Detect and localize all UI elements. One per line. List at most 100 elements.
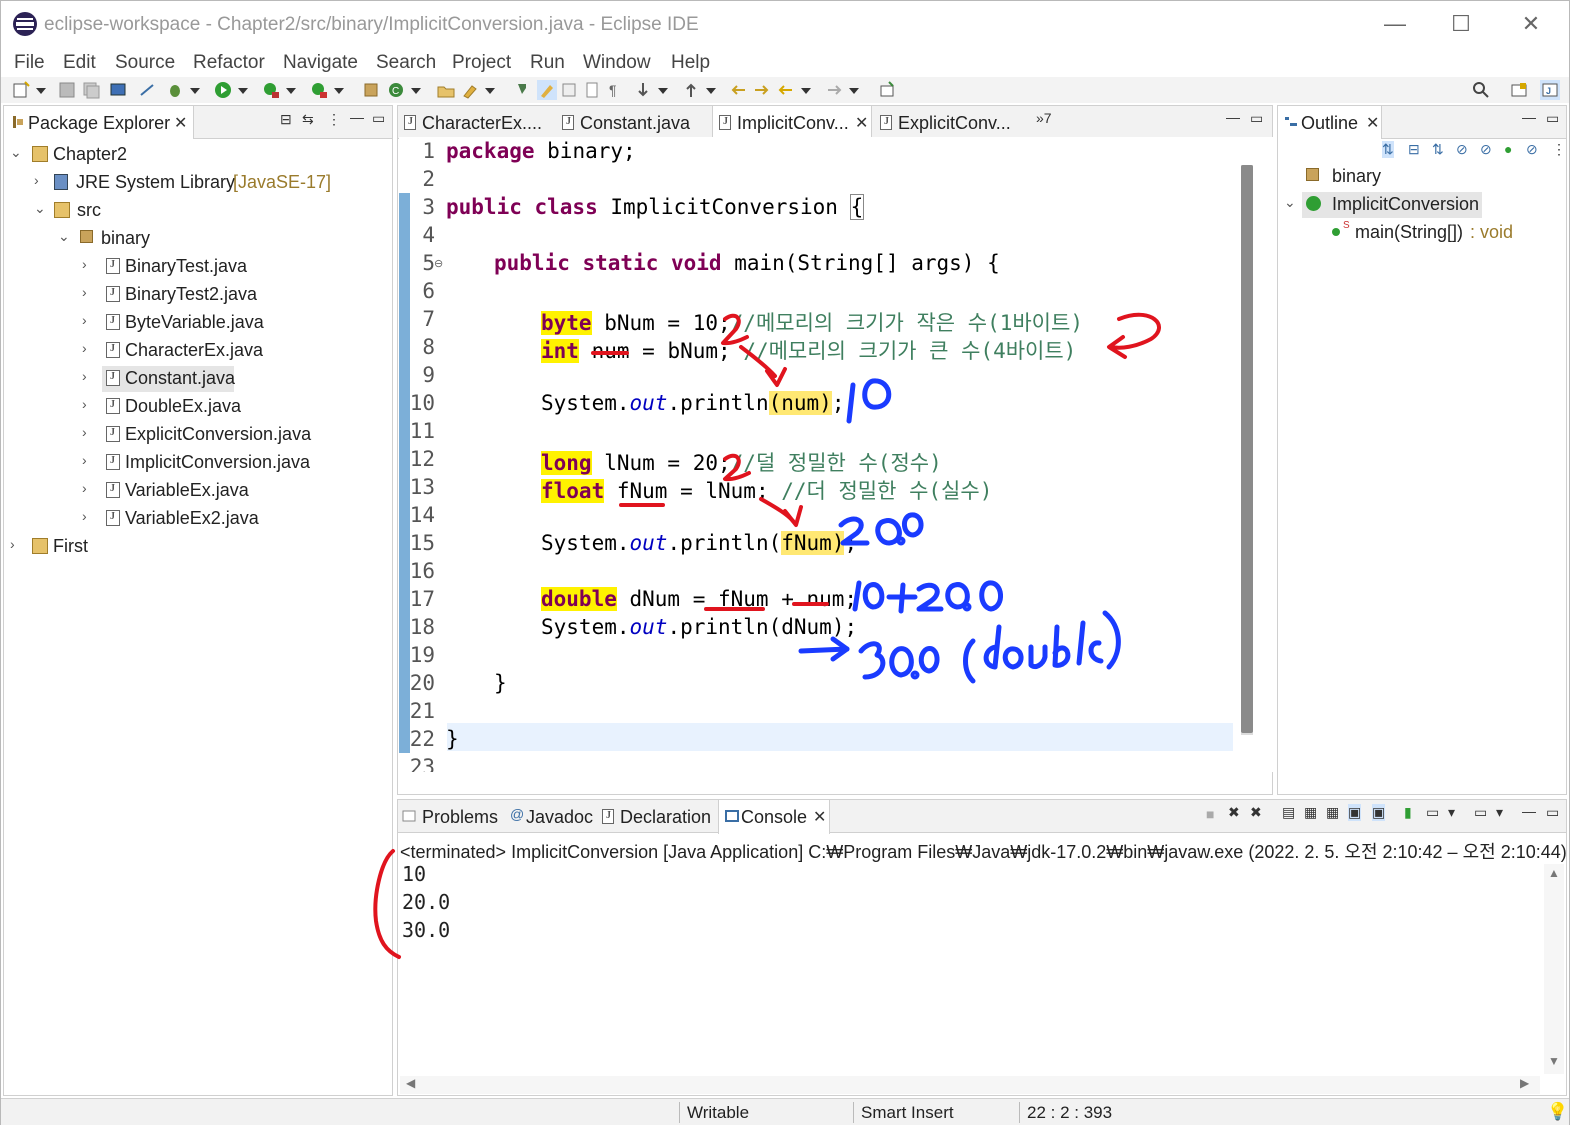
external-tools-dropdown-icon[interactable]: [333, 80, 345, 100]
tree-item-file[interactable]: › ExplicitConversion.java: [82, 422, 390, 448]
outline-item-package[interactable]: binary: [1306, 164, 1556, 190]
forward-edit-icon[interactable]: [751, 80, 771, 100]
vertical-scrollbar-thumb[interactable]: [1241, 165, 1253, 733]
hide-fields-icon[interactable]: ⊘: [1456, 141, 1468, 158]
debug-icon[interactable]: [165, 80, 185, 100]
open-console-icon[interactable]: ▭: [1474, 804, 1487, 821]
clear-console-icon[interactable]: ▤: [1282, 804, 1295, 821]
menu-edit[interactable]: Edit: [63, 52, 96, 74]
open-perspective-icon[interactable]: [1509, 80, 1529, 100]
tab-constant[interactable]: Constant.java: [556, 106, 706, 139]
link-with-editor-icon[interactable]: ⇆: [302, 111, 314, 128]
chevron-right-icon[interactable]: ›: [10, 536, 15, 552]
display-dropdown-icon[interactable]: ▾: [1448, 804, 1455, 821]
debug-dropdown-icon[interactable]: [189, 80, 201, 100]
tree-item-file[interactable]: › ImplicitConversion.java: [82, 450, 390, 476]
tree-item-chapter2[interactable]: ⌄ Chapter2: [10, 142, 390, 168]
search-icon[interactable]: [1471, 80, 1491, 100]
chevron-right-icon[interactable]: ›: [82, 424, 87, 440]
hide-nonpublic-icon[interactable]: ●: [1504, 141, 1512, 157]
tab-problems[interactable]: Problems: [398, 800, 502, 833]
open-console-dropdown-icon[interactable]: ▾: [1496, 804, 1503, 821]
scroll-left-icon[interactable]: ◀: [406, 1076, 415, 1090]
previous-annotation-dropdown-icon[interactable]: [705, 80, 717, 100]
chevron-down-icon[interactable]: ⌄: [34, 200, 46, 217]
save-icon[interactable]: [57, 80, 77, 100]
minimize-button[interactable]: —: [1375, 9, 1415, 39]
tree-item-file[interactable]: › BinaryTest2.java: [82, 282, 390, 308]
sort-alpha-icon[interactable]: ⇅: [1432, 141, 1444, 158]
toggle-block-icon[interactable]: [559, 80, 579, 100]
chevron-right-icon[interactable]: ›: [82, 340, 87, 356]
scroll-lock-icon[interactable]: ▦: [1304, 804, 1317, 821]
menu-file[interactable]: File: [14, 52, 45, 74]
chevron-right-icon[interactable]: ›: [34, 172, 39, 188]
tab-javadoc[interactable]: @ Javadoc: [506, 800, 594, 833]
tab-characterex[interactable]: CharacterEx....: [398, 106, 553, 139]
toggle-mark-occurrences-icon[interactable]: [513, 80, 533, 100]
close-icon[interactable]: ✕: [855, 113, 868, 133]
tab-outline[interactable]: Outline ✕: [1278, 106, 1382, 139]
display-console-icon[interactable]: ▭: [1426, 804, 1439, 821]
tab-declaration[interactable]: Declaration: [598, 800, 716, 833]
chevron-right-icon[interactable]: ›: [82, 508, 87, 524]
minimize-view-icon[interactable]: —: [1226, 109, 1240, 125]
tab-overflow-button[interactable]: »7: [1036, 110, 1052, 126]
chevron-right-icon[interactable]: ›: [82, 452, 87, 468]
tree-item-file[interactable]: › BinaryTest.java: [82, 254, 390, 280]
next-annotation-dropdown-icon[interactable]: [657, 80, 669, 100]
save-all-icon[interactable]: [81, 80, 101, 100]
maximize-view-icon[interactable]: ▭: [1250, 110, 1263, 127]
previous-annotation-icon[interactable]: [681, 80, 701, 100]
chevron-right-icon[interactable]: ›: [82, 256, 87, 272]
hide-local-types-icon[interactable]: ⊘: [1526, 141, 1538, 158]
view-menu-icon[interactable]: ⋮: [1552, 141, 1566, 158]
minimize-view-icon[interactable]: —: [1522, 803, 1536, 819]
menu-project[interactable]: Project: [452, 52, 511, 74]
collapse-icon[interactable]: ⊟: [1408, 141, 1420, 158]
chevron-right-icon[interactable]: ›: [82, 312, 87, 328]
close-icon[interactable]: ✕: [813, 807, 826, 827]
close-button[interactable]: ✕: [1511, 9, 1551, 39]
sort-icon[interactable]: ⇅: [1382, 141, 1394, 158]
tab-console[interactable]: Console ✕: [718, 800, 830, 834]
menu-search[interactable]: Search: [376, 52, 436, 74]
view-menu-icon[interactable]: ⋮: [327, 111, 341, 128]
skip-breakpoints-icon[interactable]: [137, 80, 157, 100]
tree-item-first[interactable]: › First: [10, 534, 390, 560]
coverage-dropdown-icon[interactable]: [285, 80, 297, 100]
chevron-down-icon[interactable]: ⌄: [58, 228, 70, 245]
lightbulb-icon[interactable]: 💡: [1547, 1102, 1568, 1122]
new-dropdown-icon[interactable]: [35, 80, 47, 100]
back-icon[interactable]: [776, 80, 796, 100]
highlight-icon[interactable]: [537, 80, 557, 100]
remove-launch-icon[interactable]: ✖: [1228, 804, 1240, 821]
back-dropdown-icon[interactable]: [800, 80, 812, 100]
show-whitespace-icon[interactable]: ¶: [604, 80, 624, 100]
new-java-class-icon[interactable]: C: [386, 80, 406, 100]
remove-all-terminated-icon[interactable]: ✖: [1250, 804, 1262, 821]
code-editor[interactable]: 1 2 3 4 5 ⊖ 6 7 8 9 10 11 12 13 14 15 16…: [399, 137, 1275, 772]
menu-source[interactable]: Source: [115, 52, 175, 74]
tree-item-binary[interactable]: ⌄ binary: [58, 226, 390, 252]
new-java-package-icon[interactable]: [361, 80, 381, 100]
chevron-right-icon[interactable]: ›: [82, 396, 87, 412]
show-on-stdout-icon[interactable]: ▣: [1348, 804, 1362, 821]
maximize-view-icon[interactable]: ▭: [372, 110, 385, 127]
close-icon[interactable]: ✕: [1366, 113, 1379, 133]
maximize-view-icon[interactable]: ▭: [1546, 110, 1559, 127]
tree-item-file[interactable]: › ByteVariable.java: [82, 310, 390, 336]
new-class-dropdown-icon[interactable]: [410, 80, 422, 100]
minimize-view-icon[interactable]: —: [1522, 109, 1536, 125]
chevron-right-icon[interactable]: ›: [82, 480, 87, 496]
tab-explicitconversion[interactable]: ExplicitConv...: [874, 106, 1024, 139]
new-icon[interactable]: [11, 80, 31, 100]
last-edit-location-icon[interactable]: [729, 80, 749, 100]
tab-implicitconversion[interactable]: ImplicitConv... ✕: [712, 106, 872, 140]
menu-run[interactable]: Run: [530, 52, 565, 74]
external-tools-icon[interactable]: [309, 80, 329, 100]
tree-item-file[interactable]: › CharacterEx.java: [82, 338, 390, 364]
tree-item-jre-library[interactable]: › JRE System Library [JavaSE-17]: [34, 170, 390, 196]
next-annotation-icon[interactable]: [633, 80, 653, 100]
tab-package-explorer[interactable]: Package Explorer ✕: [4, 106, 194, 139]
